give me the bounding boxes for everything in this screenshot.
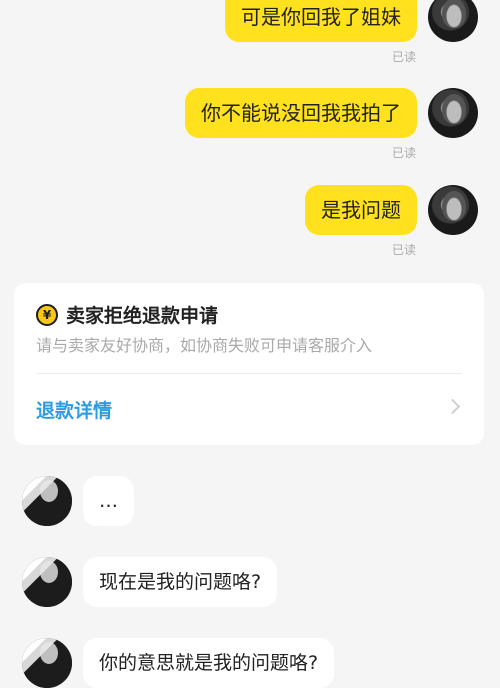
read-status: 已读 bbox=[392, 146, 417, 160]
chevron-right-icon bbox=[444, 398, 461, 415]
sent-message-bubble[interactable]: 你不能说没回我我拍了 bbox=[185, 88, 417, 138]
read-status: 已读 bbox=[392, 243, 417, 257]
message-text: 你不能说没回我我拍了 bbox=[201, 101, 401, 125]
message-text: 是我问题 bbox=[321, 198, 401, 222]
my-avatar[interactable] bbox=[428, 185, 478, 235]
seller-avatar[interactable] bbox=[22, 638, 72, 688]
my-avatar[interactable] bbox=[428, 0, 478, 42]
yen-coin-icon: ¥ bbox=[36, 303, 58, 326]
refund-details-link[interactable]: 退款详情 bbox=[36, 396, 112, 423]
received-message-bubble[interactable]: 现在是我的问题咯? bbox=[83, 557, 278, 607]
card-title: 卖家拒绝退款申请 bbox=[66, 305, 219, 327]
sent-message-bubble[interactable]: 是我问题 bbox=[305, 185, 417, 235]
message-text: 你的意思就是我的问题咯? bbox=[99, 652, 319, 674]
divider bbox=[36, 373, 462, 374]
read-status: 已读 bbox=[392, 50, 417, 64]
card-title-row: ¥ 卖家拒绝退款申请 bbox=[36, 301, 218, 328]
my-avatar[interactable] bbox=[428, 88, 478, 138]
message-text: 现在是我的问题咯? bbox=[99, 571, 262, 593]
received-message-bubble[interactable]: 你的意思就是我的问题咯? bbox=[83, 638, 335, 688]
message-text: … bbox=[99, 490, 118, 512]
seller-avatar[interactable] bbox=[22, 476, 72, 526]
message-text: 可是你回我了姐妹 bbox=[241, 5, 401, 29]
card-subtitle: 请与卖家友好协商，如协商失败可申请客服介入 bbox=[36, 336, 373, 355]
refund-status-card[interactable]: ¥ 卖家拒绝退款申请 请与卖家友好协商，如协商失败可申请客服介入 退款详情 bbox=[14, 283, 484, 445]
seller-avatar[interactable] bbox=[22, 557, 72, 607]
received-message-bubble[interactable]: … bbox=[83, 476, 134, 526]
sent-message-bubble[interactable]: 可是你回我了姐妹 bbox=[225, 0, 417, 42]
